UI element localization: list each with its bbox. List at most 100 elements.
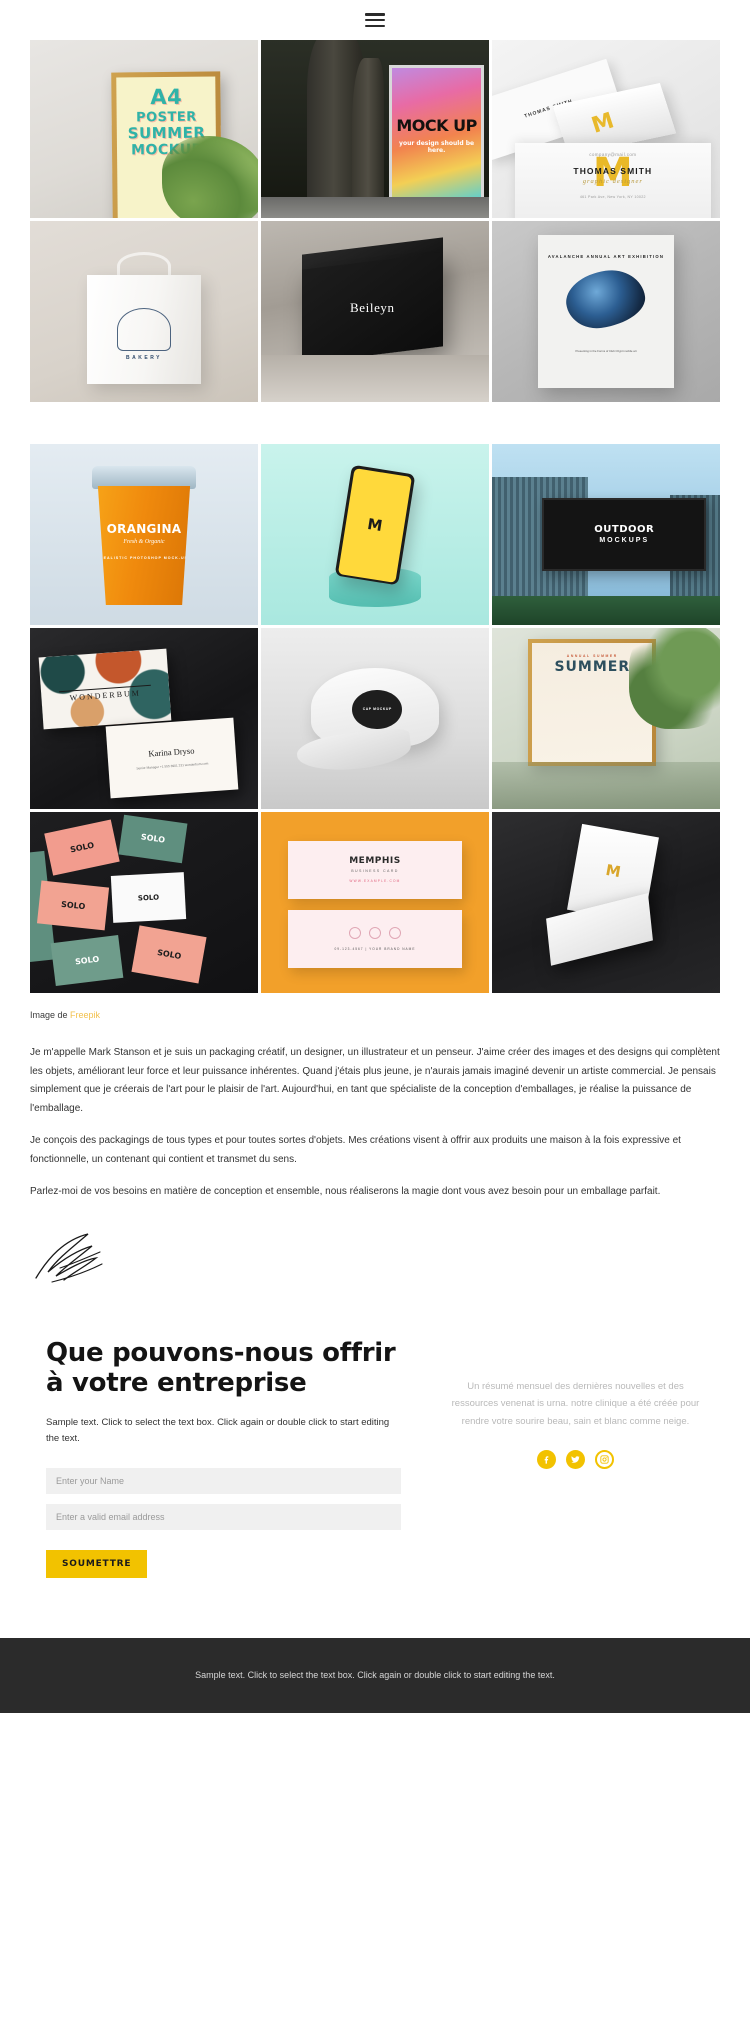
solo-card: SOLO bbox=[131, 925, 207, 985]
dot-icon bbox=[368, 926, 381, 939]
gallery-two: ORANGINA Fresh & Organic REALISTIC PHOTO… bbox=[0, 444, 750, 993]
card-person-name: Karina Dryso bbox=[147, 745, 195, 759]
gallery-row: BAKERY Beileyn AVALANCHE ANNUAL ART EXHI… bbox=[30, 221, 720, 402]
bio-section: Je m'appelle Mark Stanson et je suis un … bbox=[0, 1020, 750, 1202]
gallery-item-solo-cards-mockup[interactable]: SOLO SOLO SOLO SOLO SOLO SOLO bbox=[30, 812, 258, 993]
outdoor-billboard-mockup: OUTDOOR MOCKUPS bbox=[492, 444, 720, 625]
plant-pots bbox=[492, 761, 720, 809]
memphis-url: WWW.EXAMPLE.COM bbox=[349, 879, 401, 884]
exhibition-artwork bbox=[562, 265, 650, 333]
gallery-item-bakery-paper-bag-mockup[interactable]: BAKERY bbox=[30, 221, 258, 402]
tree-trunk bbox=[352, 57, 385, 218]
phone-device: M bbox=[334, 465, 416, 586]
offer-left-column: Que pouvons-nous offrir à votre entrepri… bbox=[46, 1338, 401, 1579]
gallery-item-a4-poster-summer-mockup[interactable]: A4 POSTER SUMMER MOCKUP bbox=[30, 40, 258, 218]
card-person-details: Senior Manager +1 555 8901 231 wonderbum… bbox=[135, 761, 208, 771]
contact-form: SOUMETTRE bbox=[46, 1468, 401, 1579]
cup-tagline: Fresh & Organic bbox=[123, 539, 165, 546]
a4-poster-summer-mockup: A4 POSTER SUMMER MOCKUP bbox=[30, 40, 258, 218]
offer-right-column: Un résumé mensuel des dernières nouvelle… bbox=[447, 1338, 704, 1579]
exhibition-title: AVALANCHE ANNUAL ART EXHIBITION bbox=[547, 253, 665, 259]
solo-card: SOLO bbox=[118, 814, 188, 864]
memphis-business-card: MEMPHIS BUSINESS CARD WWW.EXAMPLE.COM 09… bbox=[261, 812, 489, 993]
billboard-panel: OUTDOOR MOCKUPS bbox=[542, 498, 707, 571]
solo-card: SOLO bbox=[44, 819, 121, 877]
solo-cards-mockup: SOLO SOLO SOLO SOLO SOLO SOLO bbox=[30, 812, 258, 993]
gallery-item-summer-poster-plants[interactable]: ANNUAL SUMMER SUMMER bbox=[492, 628, 720, 809]
sign-title: MOCK UP bbox=[396, 115, 477, 135]
signature-mark-stanson bbox=[0, 1216, 750, 1284]
freepik-link[interactable]: Freepik bbox=[70, 1010, 100, 1020]
plant-decoration bbox=[162, 136, 258, 218]
dark-card-letter: M bbox=[604, 860, 623, 882]
memphis-icon-row bbox=[348, 926, 401, 939]
page-root: A4 POSTER SUMMER MOCKUP MOCK UP your des… bbox=[0, 0, 750, 1714]
bag-label: BAKERY bbox=[126, 354, 162, 361]
orangina-coffee-cup-mockup: ORANGINA Fresh & Organic REALISTIC PHOTO… bbox=[30, 444, 258, 625]
name-input[interactable] bbox=[46, 1468, 401, 1495]
poster-headline: SUMMER bbox=[554, 658, 631, 675]
offer-section: Que pouvons-nous offrir à votre entrepri… bbox=[0, 1284, 750, 1639]
box-brand-label: Beileyn bbox=[350, 299, 396, 315]
summer-poster-plants: ANNUAL SUMMER SUMMER bbox=[492, 628, 720, 809]
dark-card-back bbox=[545, 893, 653, 966]
card-name: THOMAS SMITH bbox=[573, 166, 653, 177]
foliage-decoration bbox=[628, 628, 720, 730]
site-footer: Sample text. Click to select the text bo… bbox=[0, 1638, 750, 1714]
gallery-item-beileyn-black-box-mockup[interactable]: Beileyn bbox=[261, 221, 489, 402]
gallery-item-thomas-smith-business-card[interactable]: THOMAS SMITH M company@mail.com M THOMAS… bbox=[492, 40, 720, 218]
twitter-icon[interactable] bbox=[565, 1450, 585, 1470]
billboard-subtitle: MOCKUPS bbox=[599, 536, 650, 544]
gallery-item-outdoor-digital-sign-mockup[interactable]: MOCK UP your design should be here. bbox=[261, 40, 489, 218]
cap-brim bbox=[295, 727, 414, 776]
gallery-item-phone-pedestal-mockup[interactable]: M bbox=[261, 444, 489, 625]
gallery-item-memphis-business-card[interactable]: MEMPHIS BUSINESS CARD WWW.EXAMPLE.COM 09… bbox=[261, 812, 489, 993]
gallery-one: A4 POSTER SUMMER MOCKUP MOCK UP your des… bbox=[0, 40, 750, 402]
gallery-item-cap-mockup[interactable]: CAP MOCKUP bbox=[261, 628, 489, 809]
dot-icon bbox=[388, 926, 401, 939]
exhibition-footer: Presenting in the Forms of Club Chypit m… bbox=[575, 349, 637, 353]
solo-card: SOLO bbox=[50, 934, 124, 987]
offer-subtext: Sample text. Click to select the text bo… bbox=[46, 1416, 390, 1445]
cup-brand: ORANGINA bbox=[106, 522, 182, 537]
facebook-icon[interactable] bbox=[536, 1450, 556, 1470]
hamburger-bar bbox=[365, 18, 385, 22]
gallery-item-orangina-coffee-cup-mockup[interactable]: ORANGINA Fresh & Organic REALISTIC PHOTO… bbox=[30, 444, 258, 625]
offer-right-text: Un résumé mensuel des dernières nouvelle… bbox=[451, 1380, 700, 1427]
box-floor bbox=[261, 354, 489, 402]
bakery-paper-bag-mockup: BAKERY bbox=[30, 221, 258, 402]
gallery-row: WONDERBUM Karina Dryso Senior Manager +1… bbox=[30, 628, 720, 809]
card-address: 461 Park Ave, New York, NY 10022 bbox=[579, 195, 646, 200]
hamburger-menu-icon[interactable] bbox=[365, 13, 385, 27]
cup-body: ORANGINA Fresh & Organic REALISTIC PHOTO… bbox=[97, 485, 191, 606]
phone-screen: M bbox=[337, 467, 413, 583]
gallery-item-outdoor-billboard-mockup[interactable]: OUTDOOR MOCKUPS bbox=[492, 444, 720, 625]
card-front: WONDERBUM bbox=[39, 648, 172, 731]
grass-strip bbox=[492, 596, 720, 625]
email-input[interactable] bbox=[46, 1504, 401, 1531]
dark-m-cards-mockup: M bbox=[492, 812, 720, 993]
cap-mockup: CAP MOCKUP bbox=[261, 628, 489, 809]
poster-line-2: POSTER bbox=[136, 109, 197, 126]
bag-logo-seal bbox=[116, 307, 172, 352]
poster-line-1: A4 bbox=[150, 84, 183, 110]
memphis-footer: 09-123-4567 | YOUR BRAND NAME bbox=[334, 946, 416, 951]
solo-card: SOLO bbox=[110, 871, 187, 923]
gallery-row: A4 POSTER SUMMER MOCKUP MOCK UP your des… bbox=[30, 40, 720, 218]
memphis-subtitle: BUSINESS CARD bbox=[351, 869, 399, 874]
gallery-item-wonderbum-business-card[interactable]: WONDERBUM Karina Dryso Senior Manager +1… bbox=[30, 628, 258, 809]
gallery-item-avalanche-exhibition-poster[interactable]: AVALANCHE ANNUAL ART EXHIBITION Presenti… bbox=[492, 221, 720, 402]
pavement bbox=[261, 196, 489, 218]
box-body: Beileyn bbox=[302, 252, 444, 364]
digital-sign-board: MOCK UP your design should be here. bbox=[388, 64, 485, 208]
instagram-icon[interactable] bbox=[594, 1450, 614, 1470]
phone-pedestal-mockup: M bbox=[261, 444, 489, 625]
submit-button[interactable]: SOUMETTRE bbox=[46, 1550, 148, 1579]
social-links bbox=[447, 1450, 704, 1470]
site-header bbox=[0, 0, 750, 40]
poster-sheet: AVALANCHE ANNUAL ART EXHIBITION Presenti… bbox=[537, 235, 675, 388]
image-credit-prefix: Image de bbox=[30, 1010, 71, 1020]
memphis-card-back: 09-123-4567 | YOUR BRAND NAME bbox=[288, 909, 462, 968]
wonderbum-business-card: WONDERBUM Karina Dryso Senior Manager +1… bbox=[30, 628, 258, 809]
gallery-item-dark-m-cards-mockup[interactable]: M bbox=[492, 812, 720, 993]
